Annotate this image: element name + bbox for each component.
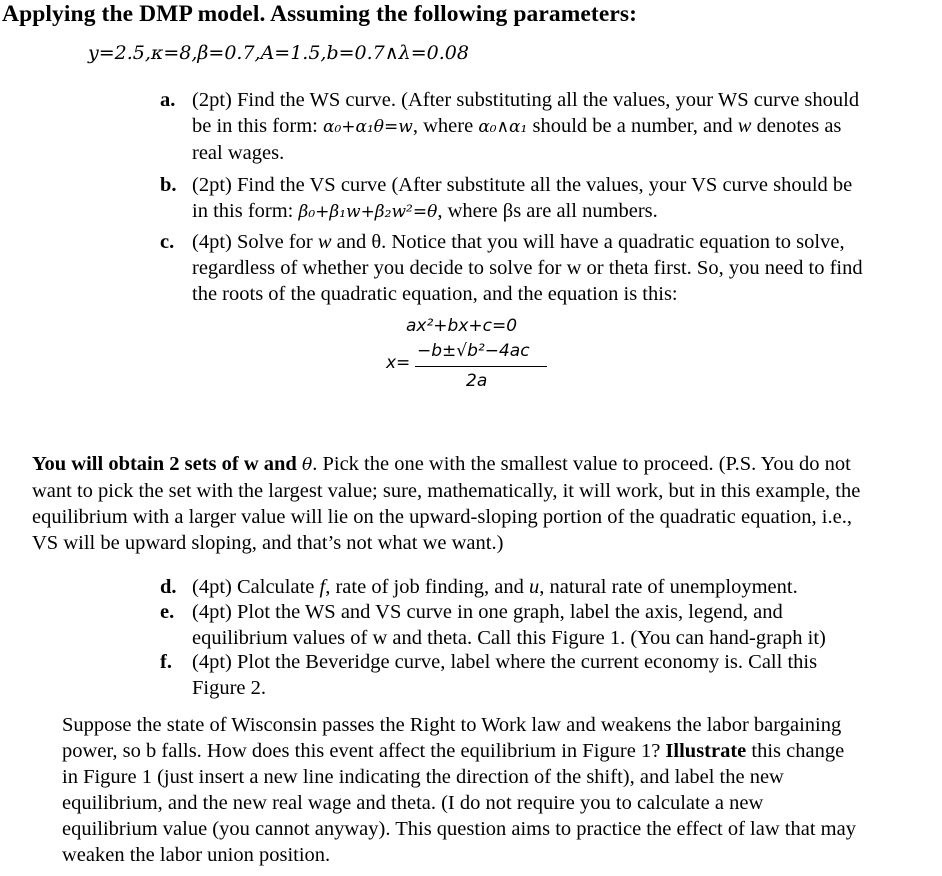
ws-form-equation: α₀+α₁θ=w bbox=[322, 117, 413, 137]
fraction-bar bbox=[415, 366, 547, 367]
item-text: , natural rate of unemployment. bbox=[539, 576, 798, 598]
item-marker: b. bbox=[160, 174, 177, 196]
note-line: VS will be upward sloping, and that’s no… bbox=[32, 532, 504, 554]
note-paragraph: You will obtain 2 sets of w and θ. Pick … bbox=[32, 451, 860, 556]
item-marker: d. bbox=[160, 576, 177, 598]
page-title: Applying the DMP model. Assuming the fol… bbox=[2, 1, 638, 27]
formula-numerator-text: −b±√b²−4ac bbox=[417, 341, 530, 361]
final-line: power, so b falls. How does this event a… bbox=[62, 738, 856, 764]
item-text: and θ. Notice that you will have a quadr… bbox=[331, 231, 845, 253]
item-marker: f. bbox=[160, 651, 172, 673]
final-text: power, so b falls. How does this event a… bbox=[62, 740, 666, 762]
item-text: in this form: bbox=[192, 200, 299, 222]
note-bold-text: You will obtain 2 sets of w and bbox=[32, 453, 302, 475]
item-body: (2pt) Find the WS curve. (After substitu… bbox=[192, 87, 922, 166]
note-line: equilibrium with a larger value will lie… bbox=[32, 506, 852, 528]
item-line: (4pt) Plot the Beveridge curve, label wh… bbox=[192, 651, 818, 673]
item-text: should be a number, and bbox=[527, 115, 738, 137]
item-body: (4pt) Plot the WS and VS curve in one gr… bbox=[192, 599, 922, 651]
item-line: (4pt) Solve for w and θ. Notice that you… bbox=[192, 229, 922, 255]
quadratic-formula-denominator: 2a bbox=[466, 368, 487, 394]
item-text: (4pt) Calculate bbox=[192, 576, 320, 598]
quadratic-formula-lhs: x= bbox=[386, 350, 410, 376]
item-text: (4pt) Solve for bbox=[192, 231, 318, 253]
final-line: equilibrium value (you cannot anyway). T… bbox=[62, 818, 856, 840]
item-line: regardless of whether you decide to solv… bbox=[192, 257, 863, 279]
unemployment-variable: u bbox=[529, 576, 540, 598]
quadratic-equation: ax²+bx+c=0 bbox=[406, 313, 517, 339]
item-line: (2pt) Find the WS curve. (After substitu… bbox=[192, 89, 860, 111]
item-text: , where bbox=[412, 115, 479, 137]
item-line: (2pt) Find the VS curve (After substitut… bbox=[192, 174, 853, 196]
note-line: You will obtain 2 sets of w and θ. Pick … bbox=[32, 451, 860, 478]
note-line: want to pick the set with the largest va… bbox=[32, 480, 861, 502]
vs-form-equation: β₀+β₁w+β₂w²=θ bbox=[298, 202, 438, 222]
item-marker: c. bbox=[160, 231, 175, 253]
item-line: the roots of the quadratic equation, and… bbox=[192, 283, 678, 305]
item-text: denotes as bbox=[751, 115, 842, 137]
final-paragraph: Suppose the state of Wisconsin passes th… bbox=[62, 712, 856, 868]
item-body: (4pt) Plot the Beveridge curve, label wh… bbox=[192, 649, 922, 701]
item-line: real wages. bbox=[192, 142, 285, 164]
item-text: , where βs are all numbers. bbox=[437, 200, 658, 222]
item-line: be in this form: α₀+α₁θ=w, where α₀∧α₁ s… bbox=[192, 113, 922, 140]
parameters-equation: y=2.5,κ=8,β=0.7,A=1.5,b=0.7∧λ=0.08 bbox=[88, 40, 469, 66]
parameters-text: y=2.5,κ=8,β=0.7,A=1.5,b=0.7∧λ=0.08 bbox=[88, 42, 469, 64]
item-line: (4pt) Calculate f, rate of job finding, … bbox=[192, 574, 922, 600]
item-text: be in this form: bbox=[192, 115, 323, 137]
wage-variable: w bbox=[317, 231, 332, 253]
item-text: , rate of job finding, and bbox=[325, 576, 530, 598]
item-line: in this form: β₀+β₁w+β₂w²=θ, where βs ar… bbox=[192, 198, 922, 225]
item-body: (4pt) Calculate f, rate of job finding, … bbox=[192, 574, 922, 600]
formula-lhs-text: x= bbox=[386, 353, 411, 373]
item-line: Figure 2. bbox=[192, 677, 267, 699]
theta-symbol: θ bbox=[301, 455, 313, 475]
item-line: equilibrium values of w and theta. Call … bbox=[192, 627, 826, 649]
item-marker: e. bbox=[160, 601, 175, 623]
item-body: (4pt) Solve for w and θ. Notice that you… bbox=[192, 229, 922, 307]
quadratic-formula-numerator: −b±√b²−4ac bbox=[417, 338, 530, 364]
item-line: (4pt) Plot the WS and VS curve in one gr… bbox=[192, 601, 783, 623]
wage-variable: w bbox=[737, 115, 752, 137]
final-text: this change bbox=[746, 740, 845, 762]
final-line: equilibrium, and the new real wage and t… bbox=[62, 792, 764, 814]
final-line: in Figure 1 (just insert a new line indi… bbox=[62, 766, 784, 788]
ws-coefficients: α₀∧α₁ bbox=[478, 117, 528, 137]
final-line: weaken the labor union position. bbox=[62, 844, 331, 866]
item-body: (2pt) Find the VS curve (After substitut… bbox=[192, 172, 922, 225]
final-bold-text: Illustrate bbox=[665, 740, 747, 762]
quadratic-equation-text: ax²+bx+c=0 bbox=[406, 316, 518, 336]
note-text: . Pick the one with the smallest value t… bbox=[312, 453, 851, 475]
item-marker: a. bbox=[160, 89, 176, 111]
final-line: Suppose the state of Wisconsin passes th… bbox=[62, 714, 842, 736]
formula-denominator-text: 2a bbox=[466, 371, 488, 391]
